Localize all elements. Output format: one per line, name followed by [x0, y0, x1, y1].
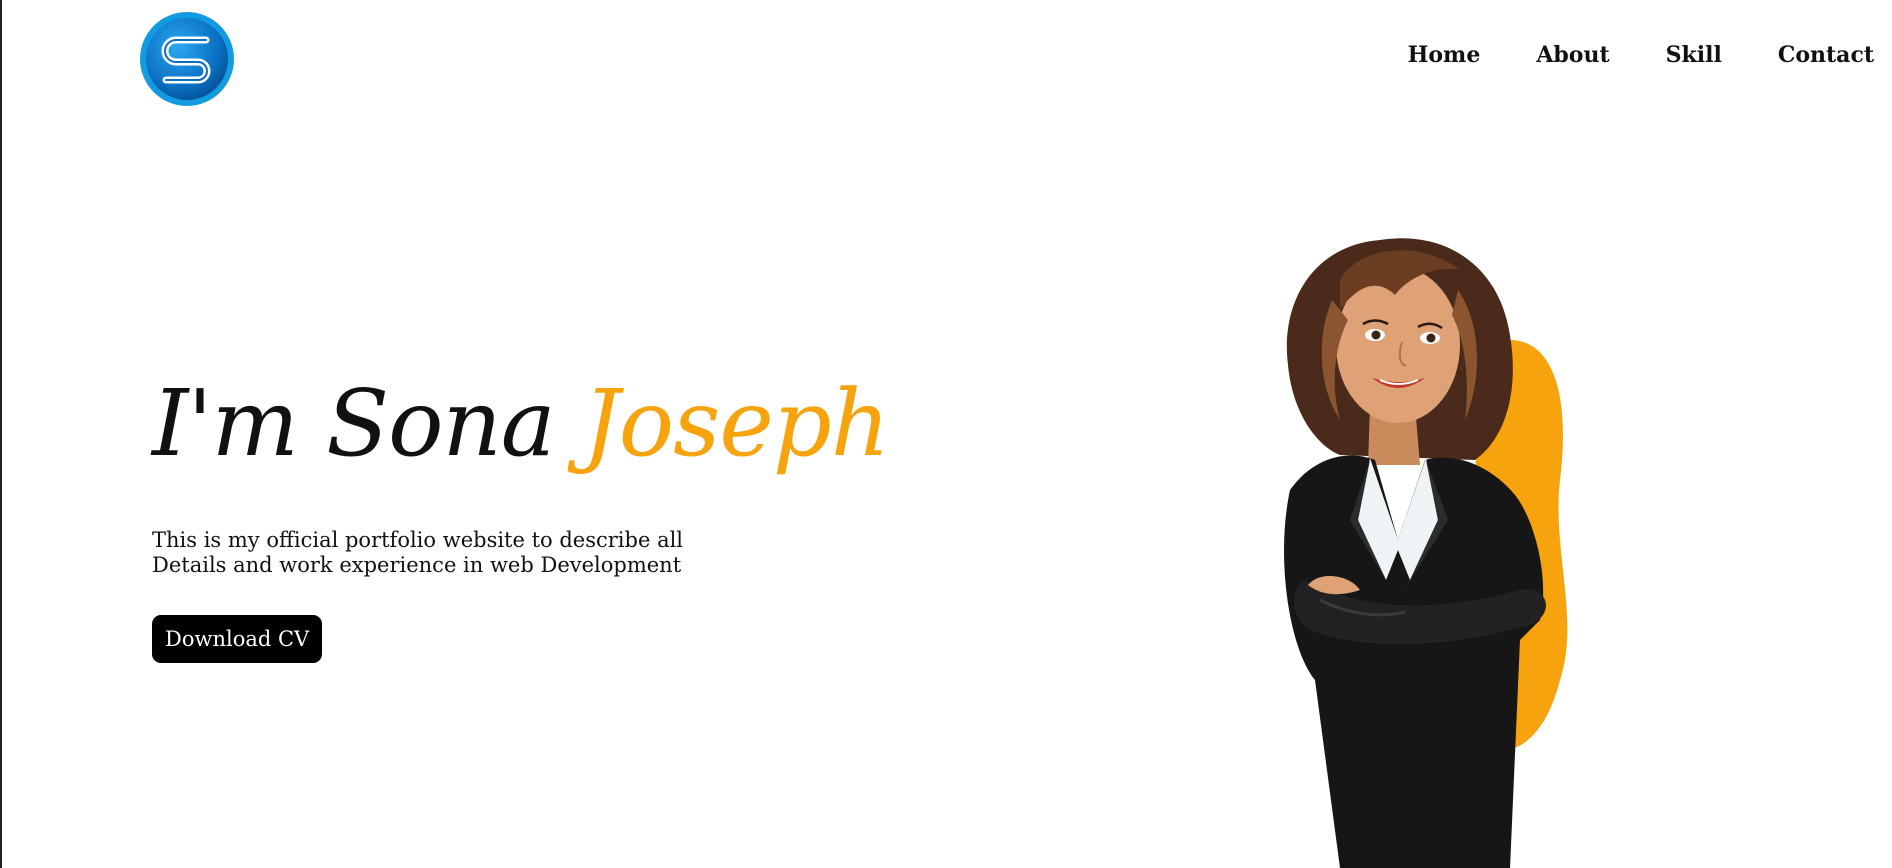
logo-graphic [140, 12, 234, 106]
nav-skill[interactable]: Skill [1666, 42, 1722, 68]
nav-home[interactable]: Home [1408, 42, 1481, 68]
hero-title: I'm Sona Joseph [152, 378, 890, 470]
s-logo-icon[interactable] [138, 10, 236, 108]
hero-description: This is my official portfolio website to… [152, 528, 684, 577]
page-left-border [0, 0, 2, 868]
nav-contact[interactable]: Contact [1778, 42, 1874, 68]
hero-title-name: I'm Sona [152, 370, 556, 477]
main-navigation: Home About Skill Contact [1408, 42, 1874, 68]
businesswoman-graphic [1284, 238, 1568, 868]
download-cv-button[interactable]: Download CV [152, 615, 323, 663]
nav-about[interactable]: About [1536, 42, 1609, 68]
businesswoman-illustration [1220, 220, 1640, 868]
hero-title-accent: Joseph [582, 370, 890, 477]
